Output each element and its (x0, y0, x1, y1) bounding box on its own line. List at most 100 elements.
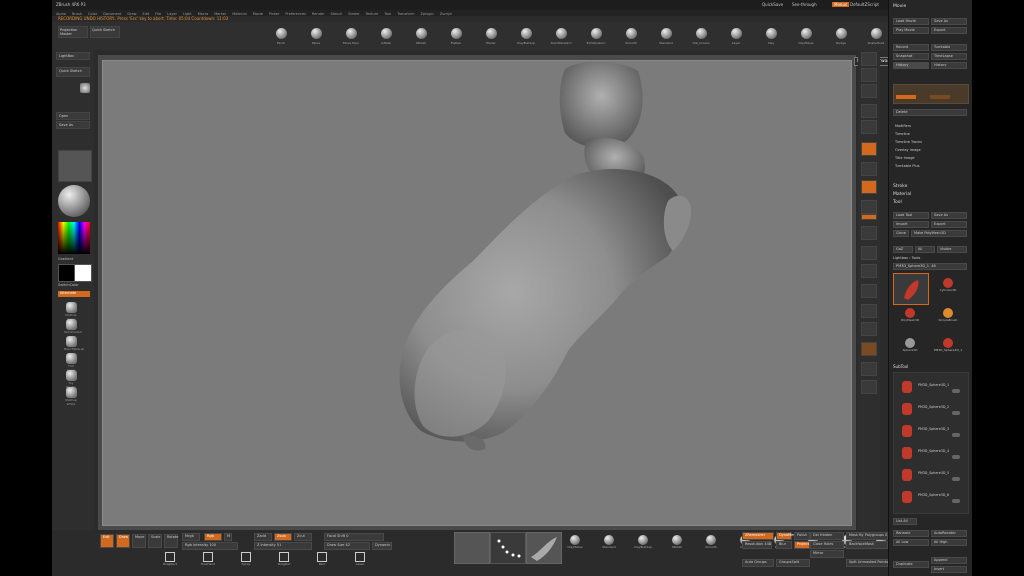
color-picker[interactable] (58, 222, 90, 254)
goz-button[interactable]: GoZ (893, 246, 913, 253)
bottom-brush-claytubes[interactable]: ClayTubes (564, 535, 586, 549)
persp-icon[interactable] (861, 142, 877, 156)
brush-hpolish[interactable]: hPolish (408, 28, 434, 45)
z-intensity-slider[interactable]: Z Intensity 51 (254, 542, 312, 550)
tool-thumb[interactable]: Cylinder3D (931, 276, 965, 302)
xyz-icon[interactable] (861, 214, 877, 220)
brush-planar[interactable]: Planar (478, 28, 504, 45)
current-tool-slider[interactable]: PM3D_Sphere3D_1. 48 (893, 263, 967, 270)
movie-modifier-item[interactable]: Modifiers (895, 124, 911, 128)
stroke-header[interactable]: Stroke (893, 184, 907, 189)
subtool-visibility-icon[interactable] (952, 477, 960, 481)
local-icon[interactable] (861, 180, 877, 194)
brush-snakehook[interactable]: SnakeHook (863, 28, 889, 45)
subtool-visibility-icon[interactable] (952, 455, 960, 459)
load-movie-button[interactable]: Load Movie (893, 18, 929, 25)
auto-groups-button[interactable]: Auto Groups (742, 559, 774, 567)
rotate-button[interactable]: Rotate (164, 534, 178, 548)
quick-sketch-left-button[interactable]: Quick Sketch (56, 67, 90, 77)
see-through-slider[interactable]: See-through (792, 2, 817, 7)
subtool-row[interactable]: PM3D_Sphere3D_6 (896, 489, 966, 507)
move-icon[interactable] (861, 264, 877, 278)
menu-material[interactable]: Material (232, 12, 246, 16)
subtool-visibility-icon[interactable] (952, 389, 960, 393)
close-holes-button[interactable]: Close Holes (810, 541, 844, 549)
zadd-button[interactable]: Zadd (254, 533, 272, 541)
zsub-button[interactable]: Zsub (274, 533, 292, 541)
menu-transform[interactable]: Transform (397, 12, 414, 16)
brush-layer[interactable]: Layer (723, 28, 749, 45)
solo-icon[interactable] (861, 362, 877, 376)
brush-nudge[interactable]: Nudge (828, 28, 854, 45)
movie-modifier-item[interactable]: Title Image (895, 156, 915, 160)
brush-orb_cracks[interactable]: Orb_Cracks (688, 28, 714, 45)
current-tool-thumb[interactable] (893, 273, 929, 305)
clone-button[interactable]: Clone (893, 230, 909, 237)
menu-zplugin[interactable]: Zplugin (420, 12, 433, 16)
stroke-lasso[interactable]: Lasso (346, 552, 374, 566)
spix-icon[interactable] (861, 68, 877, 82)
bottom-brush-smooth[interactable]: Smooth (700, 535, 722, 549)
polish-button[interactable]: Polish (794, 532, 810, 540)
brush-move-topo[interactable]: Move Topo (338, 28, 364, 45)
edit-button[interactable]: Edit (100, 534, 114, 548)
material-preview-sphere[interactable] (58, 185, 90, 217)
lightbox-tools-label[interactable]: Lightbox › Tools (893, 256, 920, 260)
active-brush-thumb[interactable] (454, 532, 490, 564)
movie-modifier-item[interactable]: Timeline Tracks (895, 140, 922, 144)
material-0[interactable]: MatCap Gray (64, 302, 78, 321)
rotate-icon[interactable] (861, 304, 877, 318)
brush-inflate[interactable]: Inflate (373, 28, 399, 45)
menu-preferences[interactable]: Preferences (285, 12, 306, 16)
transp-icon[interactable] (861, 342, 877, 356)
all-button[interactable]: All (915, 246, 935, 253)
split-unmasked-button[interactable]: Split Unmasked Points (846, 559, 888, 567)
menus-button[interactable]: Menus (832, 2, 850, 7)
backface-mask-button[interactable]: BackfaceMask (846, 541, 888, 549)
draw-button[interactable]: Draw (116, 534, 130, 548)
secondary-color-swatch[interactable] (74, 264, 92, 282)
tool-thumb[interactable]: SimpleBrush (931, 306, 965, 332)
insert-button[interactable]: Insert (931, 566, 967, 573)
resolution-slider[interactable]: Resolution 448 (742, 541, 772, 549)
material-header[interactable]: Material (893, 192, 911, 197)
movie-header[interactable]: Movie (893, 4, 906, 9)
lightbox-button[interactable]: LightBox (56, 52, 90, 60)
subtool-header[interactable]: SubTool (893, 364, 908, 369)
movie-modifier-item[interactable]: Turntable Plus (895, 164, 920, 168)
menu-stroke[interactable]: Stroke (348, 12, 359, 16)
brush-pinch[interactable]: Pinch (268, 28, 294, 45)
brush-claytubes[interactable]: ClayTubes (793, 28, 819, 45)
menu-picker[interactable]: Picker (269, 12, 279, 16)
projection-master-button[interactable]: Projection Master (58, 26, 88, 38)
snapshot-button[interactable]: Snapshot (893, 53, 929, 60)
zoom-icon[interactable] (861, 104, 877, 118)
movie-slider-area[interactable] (893, 84, 969, 104)
material-2[interactable]: BasicMaterial (64, 336, 84, 351)
subtool-row[interactable]: PM3D_Sphere3D_3 (896, 423, 966, 441)
alpha-thumb[interactable] (526, 532, 562, 564)
subtool-row[interactable]: PM3D_Sphere3D_5 (896, 467, 966, 485)
bottom-brush-hpolish[interactable]: hPolish (666, 535, 688, 549)
brush-standard[interactable]: Standard (653, 28, 679, 45)
delete-button[interactable]: Delete (893, 109, 967, 116)
bpr-icon[interactable] (861, 52, 877, 66)
load-tool-button[interactable]: Load Tool (893, 212, 929, 219)
rotate-y-icon[interactable] (861, 226, 877, 240)
mrgb-button[interactable]: Mrgb (182, 533, 200, 541)
menu-texture[interactable]: Texture (365, 12, 378, 16)
make-polymesh-button[interactable]: Make PolyMesh3D (911, 230, 967, 237)
open-button[interactable]: Open (56, 112, 90, 120)
quicksave-button[interactable]: QuickSave (762, 2, 783, 7)
save-movie-button[interactable]: Save As (931, 18, 967, 25)
mask-by-polygroups-slider[interactable]: Mask By Polygroups 0 (846, 532, 888, 540)
import-button[interactable]: Import (893, 221, 929, 228)
zremesher-button[interactable]: ZRemesher (742, 532, 774, 540)
visible-button[interactable]: Visible (937, 246, 967, 253)
material-5[interactable]: MatCap White (64, 387, 78, 406)
tool-thumb[interactable]: PM3D_Sphere3D_1 (931, 336, 965, 362)
tool-thumb[interactable]: Sphere3D (893, 336, 927, 362)
floor-icon[interactable] (861, 162, 877, 176)
scale-icon[interactable] (861, 284, 877, 298)
menu-movie[interactable]: Movie (253, 12, 263, 16)
